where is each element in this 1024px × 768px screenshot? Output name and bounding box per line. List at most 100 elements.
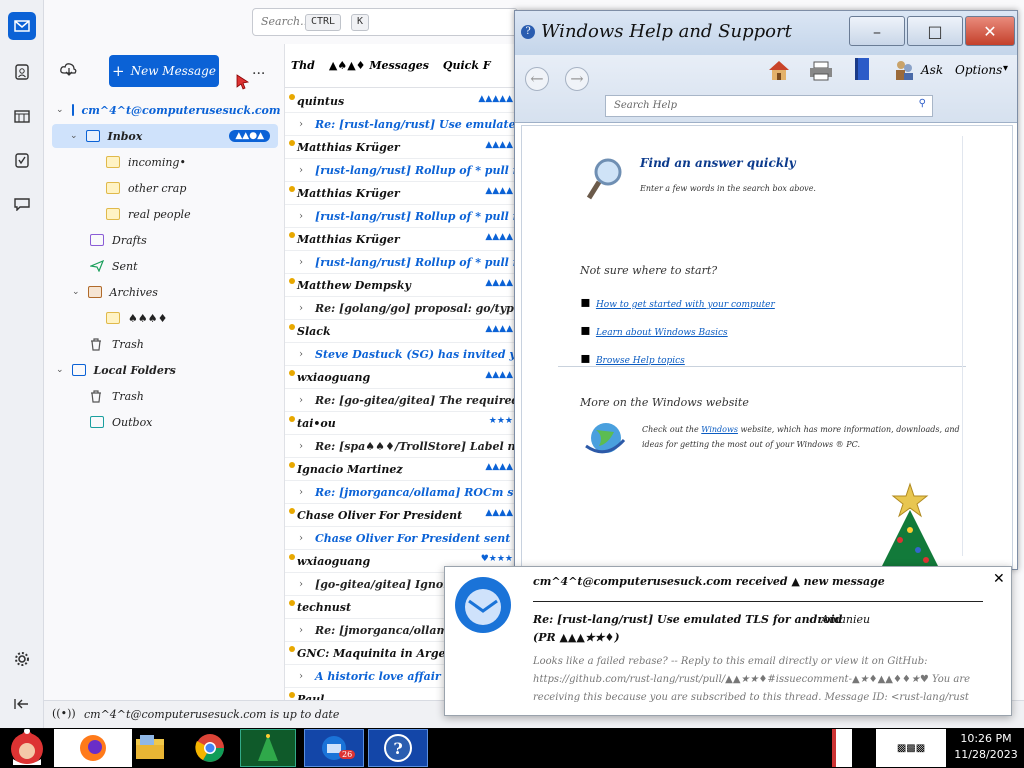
table-row[interactable]: tai•ou ★★★	[285, 412, 517, 435]
search-icon[interactable]: ⚲	[919, 98, 926, 109]
folder-archives[interactable]: ⌄ Archives	[72, 280, 158, 304]
ask-button[interactable]	[893, 59, 915, 85]
taskbar-clock[interactable]: 10:26 PM 11/28/2023	[948, 731, 1024, 763]
table-row[interactable]: Matthias Krüger ▲▲▲▲	[285, 228, 517, 251]
start-button[interactable]	[4, 729, 50, 767]
table-row[interactable]: Ignacio Martinez ▲▲▲▲	[285, 458, 517, 481]
folder-local-trash[interactable]: Trash	[90, 384, 144, 408]
search-placeholder: Search Help	[614, 100, 677, 111]
thread-chevron-icon[interactable]: ›	[285, 165, 303, 176]
tasks-button[interactable]	[8, 146, 36, 174]
table-row[interactable]: › [rust-lang/rust] Rollup of * pull reque…	[285, 251, 517, 274]
thread-chevron-icon[interactable]: ›	[285, 349, 303, 360]
table-row[interactable]: › Re: [rust-lang/rust] Use emulated TLS f…	[285, 113, 517, 136]
table-row[interactable]: › [rust-lang/rust] Rollup of * pull reque…	[285, 205, 517, 228]
maximize-button[interactable]: □	[907, 16, 963, 46]
home-button[interactable]	[767, 59, 791, 85]
options-menu[interactable]: Options	[955, 63, 1002, 77]
thread-chevron-icon[interactable]: ›	[285, 625, 303, 636]
taskbar-tree-gadget[interactable]	[240, 729, 296, 767]
notification-preview: Looks like a failed rebase? -- Reply to …	[533, 656, 971, 703]
unread-dot-icon	[289, 600, 295, 606]
close-notification-button[interactable]: ✕	[993, 571, 1005, 587]
more-menu-button[interactable]: ...	[252, 62, 265, 78]
thread-chevron-icon[interactable]: ›	[285, 533, 303, 544]
folder-sent[interactable]: Sent	[88, 254, 138, 278]
table-row[interactable]: Slack ▲▲▲▲	[285, 320, 517, 343]
folder-drafts[interactable]: Drafts	[90, 228, 147, 252]
folder-trash[interactable]: Trash	[90, 332, 144, 356]
table-row[interactable]: quintus ▲▲▲▲▲	[285, 90, 517, 113]
notification-header: cm^4^t@computerusesuck.com received ▲ ne…	[533, 575, 885, 588]
threads-toggle[interactable]: Thd	[291, 59, 315, 72]
table-row[interactable]: › Steve Dastuck (SG) has invited you to a	[285, 343, 517, 366]
minimize-button[interactable]: –	[849, 16, 905, 46]
back-arrow-icon: ←	[530, 69, 544, 88]
folder-label: Archives	[109, 285, 158, 299]
folder-incoming[interactable]: incoming•	[106, 150, 186, 174]
search-input[interactable]: Search... CTRL K	[252, 8, 518, 36]
table-row[interactable]: Matthias Krüger ▲▲▲▲	[285, 136, 517, 159]
ask-label[interactable]: Ask	[921, 63, 943, 77]
taskbar-help[interactable]: ?	[368, 729, 428, 767]
thread-chevron-icon[interactable]: ›	[285, 579, 303, 590]
taskbar-firefox[interactable]	[54, 729, 132, 767]
windows-website-link[interactable]: Windows	[701, 425, 738, 434]
folder-real-people[interactable]: real people	[106, 202, 191, 226]
get-messages-button[interactable]	[60, 62, 78, 82]
cloud-download-icon	[60, 63, 77, 76]
table-row[interactable]: › Re: [golang/go] proposal: go/types: add	[285, 297, 517, 320]
taskbar-explorer[interactable]	[132, 729, 168, 767]
taskbar-chrome[interactable]	[192, 729, 228, 767]
table-row[interactable]: Chase Oliver For President ▲▲▲▲	[285, 504, 517, 527]
table-row[interactable]: › [rust-lang/rust] Rollup of * pull reque…	[285, 159, 517, 182]
table-row[interactable]: wxiaoguang ▲▲▲▲	[285, 366, 517, 389]
print-button[interactable]	[809, 61, 833, 85]
mail-space-button[interactable]	[8, 12, 36, 40]
thread-chevron-icon[interactable]: ›	[285, 211, 303, 222]
gear-icon	[15, 652, 29, 666]
folder-other-crap[interactable]: other crap	[106, 176, 186, 200]
thread-chevron-icon[interactable]: ›	[285, 671, 303, 682]
quick-filter-button[interactable]: Quick F	[443, 59, 491, 72]
show-hidden-icons[interactable]	[832, 729, 852, 767]
new-mail-notification[interactable]: cm^4^t@computerusesuck.com received ▲ ne…	[444, 566, 1012, 716]
help-link[interactable]: Browse Help topics	[596, 356, 685, 366]
settings-button[interactable]	[8, 645, 36, 673]
browse-help-button[interactable]	[853, 57, 871, 85]
thread-chevron-icon[interactable]: ›	[285, 395, 303, 406]
folder-inbox[interactable]: ⌄ Inbox ▲▲●▲	[52, 124, 278, 148]
thread-chevron-icon[interactable]: ›	[285, 119, 303, 130]
forward-button[interactable]: →	[565, 67, 589, 91]
close-icon: ✕	[983, 21, 997, 41]
back-button[interactable]: ←	[525, 67, 549, 91]
thread-chevron-icon[interactable]: ›	[285, 487, 303, 498]
collapse-spaces-button[interactable]	[8, 690, 36, 718]
table-row[interactable]: › Chase Oliver For President sent you a n…	[285, 527, 517, 550]
help-search-input[interactable]: Search Help ⚲	[605, 95, 933, 117]
calendar-button[interactable]	[8, 102, 36, 130]
help-link[interactable]: How to get started with your computer	[596, 300, 775, 310]
system-tray-icons[interactable]: ▩▩▩	[876, 729, 946, 767]
help-link[interactable]: Learn about Windows Basics	[596, 328, 728, 338]
table-row[interactable]: › Re: [spa♠♠♦/TrollStore] Label not in	[285, 435, 517, 458]
chat-button[interactable]	[8, 190, 36, 218]
close-button[interactable]: ✕	[965, 16, 1015, 46]
table-row[interactable]: Matthew Dempsky ▲▲▲▲	[285, 274, 517, 297]
scrollbar[interactable]	[962, 136, 972, 556]
address-book-button[interactable]	[8, 58, 36, 86]
new-message-button[interactable]: + New Message	[109, 55, 219, 87]
local-folders-row[interactable]: ⌄ Local Folders	[56, 358, 176, 382]
thread-chevron-icon[interactable]: ›	[285, 441, 303, 452]
message-subject: Re: [golang/go] proposal: go/types: add	[315, 301, 517, 315]
table-row[interactable]: Matthias Krüger ▲▲▲▲	[285, 182, 517, 205]
account-row[interactable]: ⌄ cm^4^t@computerusesuck.com	[56, 98, 281, 122]
folder-outbox[interactable]: Outbox	[90, 410, 152, 434]
thread-chevron-icon[interactable]: ›	[285, 257, 303, 268]
taskbar-thunderbird[interactable]: 26	[304, 729, 364, 767]
folder-archive-sub[interactable]: ♠♠♠♦	[106, 306, 167, 330]
chevron-down-icon: ⌄	[56, 365, 64, 375]
thread-chevron-icon[interactable]: ›	[285, 303, 303, 314]
table-row[interactable]: › Re: [jmorganca/ollama] ROCm support (	[285, 481, 517, 504]
table-row[interactable]: › Re: [go-gitea/gitea] The required error	[285, 389, 517, 412]
